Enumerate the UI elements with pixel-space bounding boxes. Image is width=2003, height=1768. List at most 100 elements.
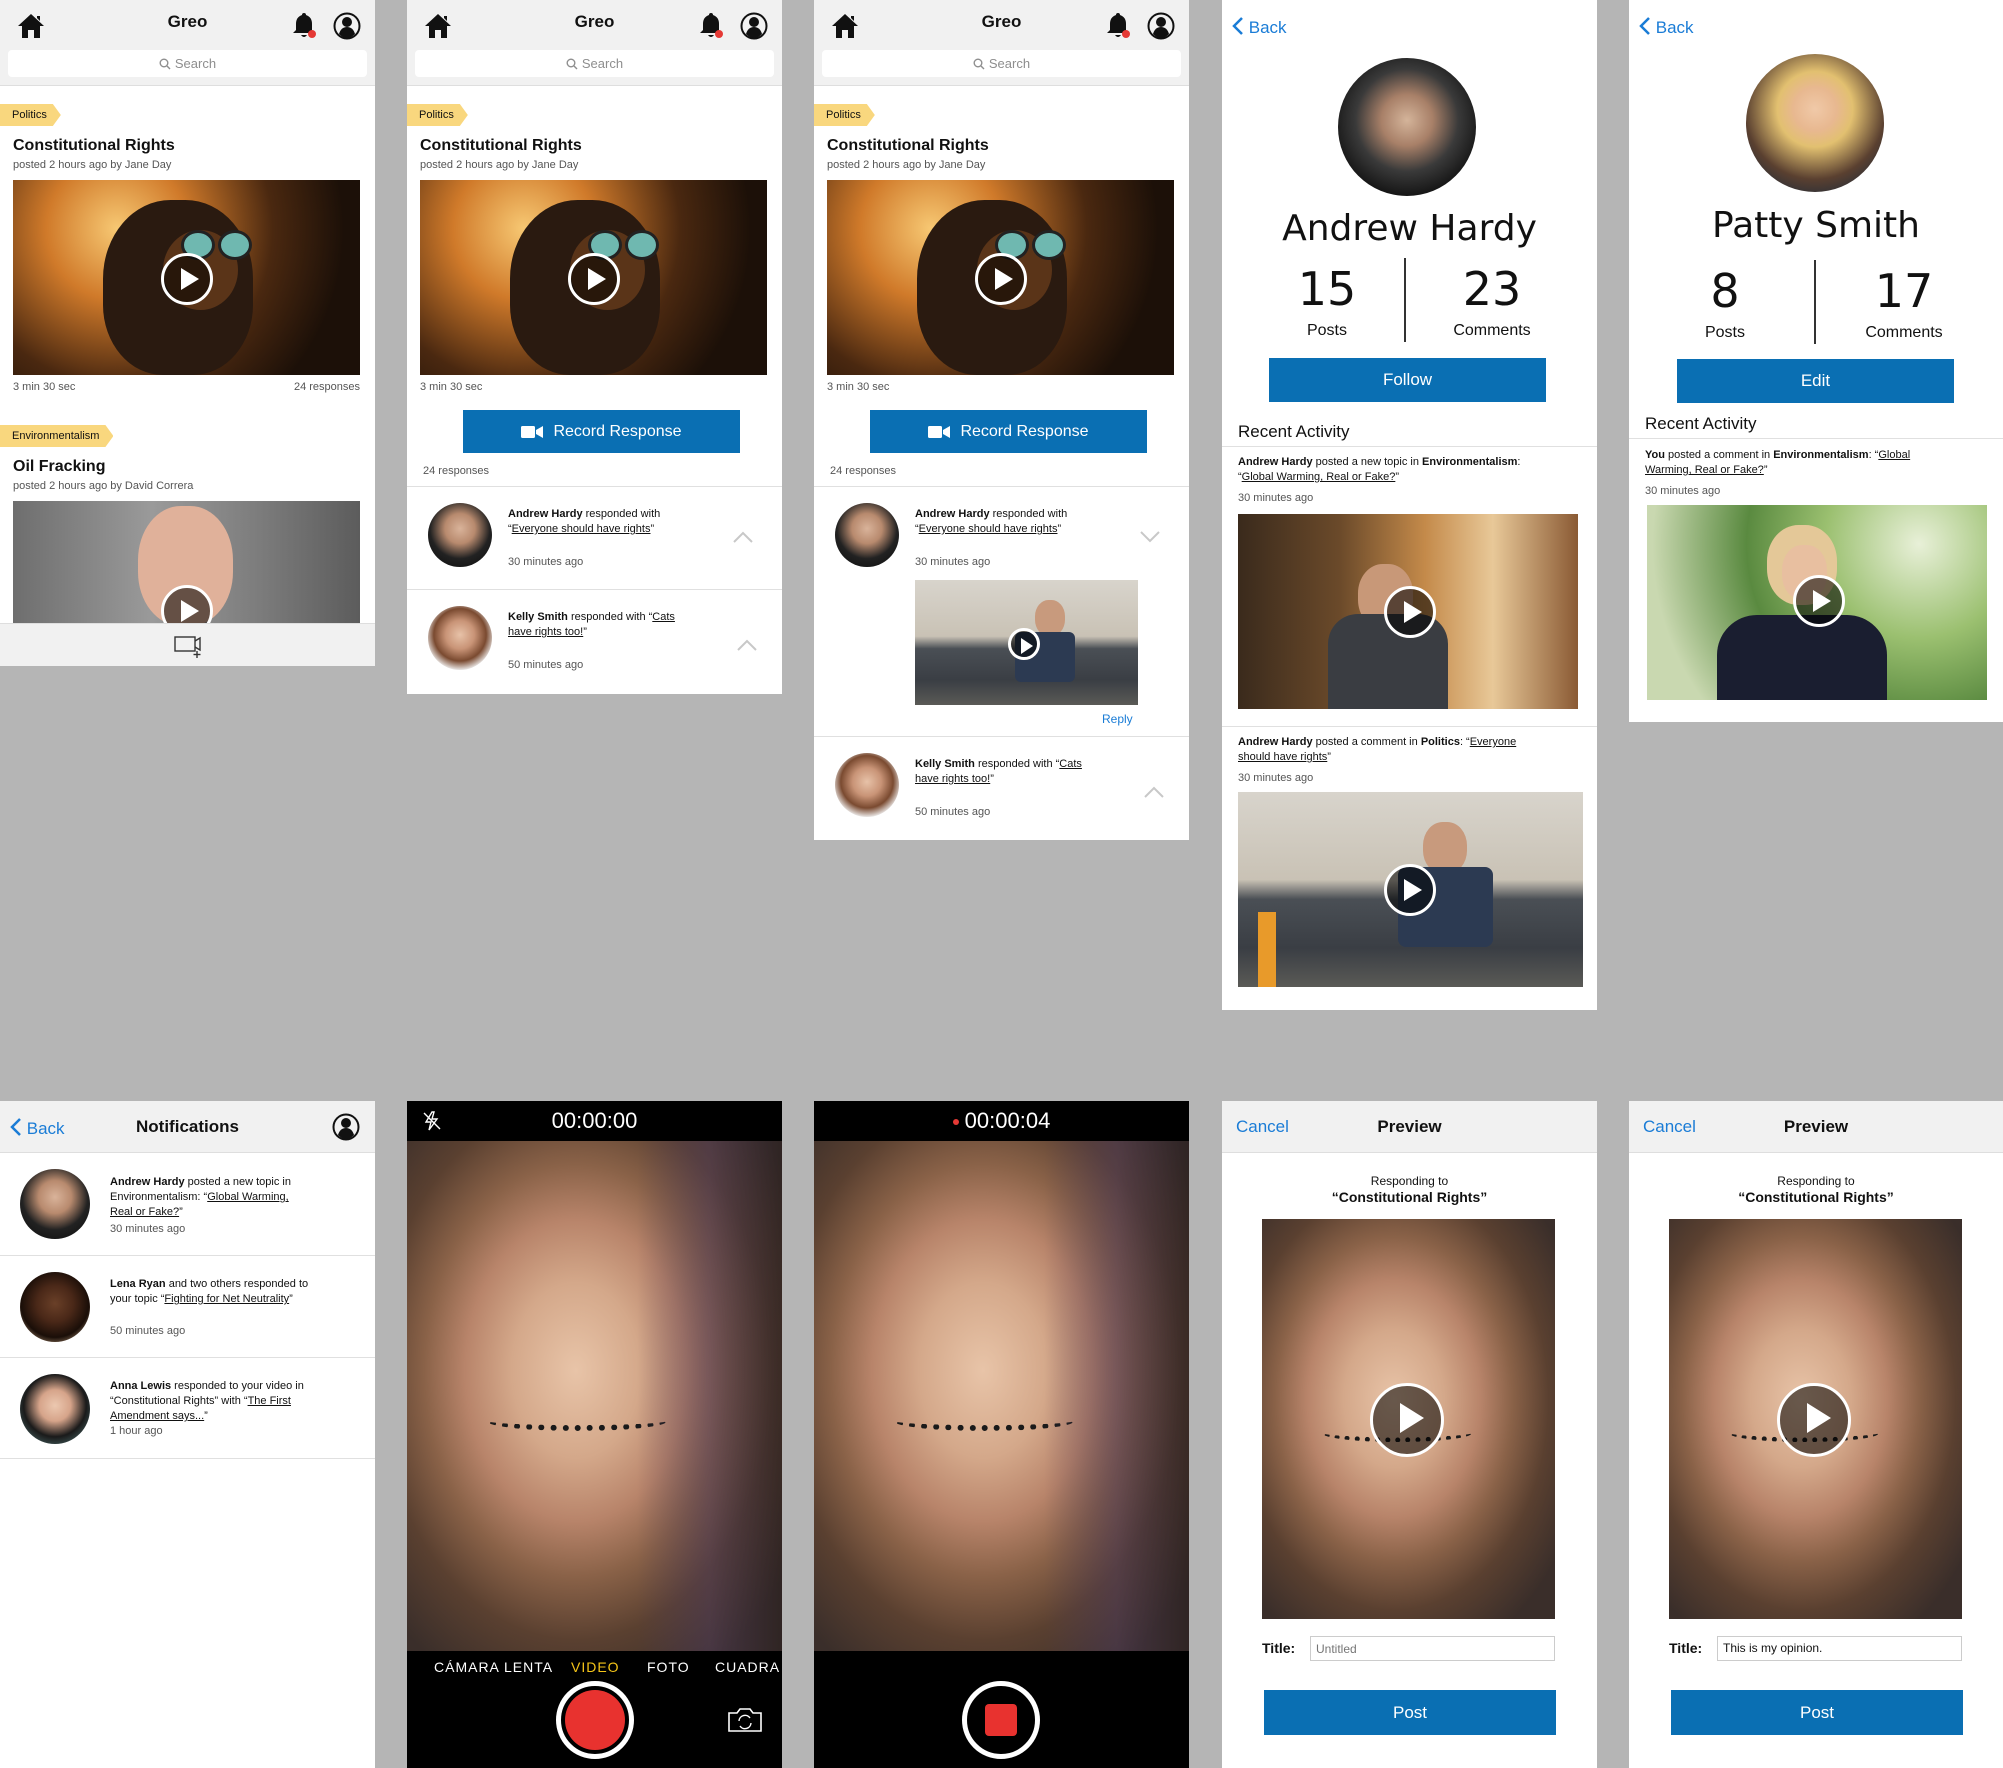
- notification-time: 30 minutes ago: [110, 1223, 186, 1235]
- search-input[interactable]: Search: [8, 50, 367, 77]
- response-time: 50 minutes ago: [508, 659, 584, 671]
- response-text[interactable]: Kelly Smith responded with “Cats have rig…: [508, 610, 708, 640]
- edit-button[interactable]: Edit: [1677, 359, 1954, 403]
- tag-environmentalism[interactable]: Environmentalism: [0, 425, 113, 447]
- play-icon[interactable]: [1793, 575, 1845, 627]
- avatar[interactable]: [428, 606, 492, 670]
- posts-label[interactable]: Posts: [1685, 324, 1765, 342]
- notification-time: 1 hour ago: [110, 1425, 163, 1437]
- post-meta: posted 2 hours ago by David Correra: [13, 480, 194, 492]
- notification-text[interactable]: Lena Ryan and two others responded to you…: [110, 1277, 350, 1307]
- responses-count: 24 responses: [423, 465, 490, 477]
- avatar[interactable]: [20, 1272, 90, 1342]
- post-title[interactable]: Constitutional Rights: [13, 137, 175, 155]
- activity-text[interactable]: Andrew Hardy posted a new topic in Envir…: [1238, 455, 1583, 485]
- mode-photo[interactable]: FOTO: [647, 1659, 690, 1675]
- post-button[interactable]: Post: [1264, 1690, 1556, 1735]
- reply-link[interactable]: Reply: [1102, 712, 1133, 727]
- avatar[interactable]: [835, 753, 899, 817]
- play-icon[interactable]: [1384, 586, 1436, 638]
- video-thumbnail[interactable]: [420, 180, 767, 375]
- posts-label[interactable]: Posts: [1272, 322, 1382, 340]
- notification-text[interactable]: Anna Lewis responded to your video in “Co…: [110, 1379, 350, 1424]
- video-preview[interactable]: [1669, 1219, 1962, 1619]
- record-response-button[interactable]: Record Response: [463, 410, 740, 453]
- post-meta: posted 2 hours ago by Jane Day: [827, 159, 986, 171]
- play-icon[interactable]: [975, 253, 1027, 305]
- activity-time: 30 minutes ago: [1238, 492, 1314, 504]
- mode-slowmo[interactable]: CÁMARA LENTA: [434, 1659, 553, 1675]
- response-video-thumbnail[interactable]: [915, 580, 1138, 705]
- responses-count[interactable]: 24 responses: [294, 381, 360, 393]
- avatar[interactable]: [835, 503, 899, 567]
- preview-header: Cancel Preview: [1222, 1101, 1597, 1153]
- preview-header: Cancel Preview: [1629, 1101, 2003, 1153]
- video-thumbnail[interactable]: [1238, 514, 1578, 709]
- bell-icon[interactable]: [1104, 12, 1132, 40]
- video-thumbnail[interactable]: [13, 501, 360, 623]
- screen-profile-patty: Back Patty Smith 8 Posts 17 Comments Edi…: [1629, 0, 2003, 722]
- response-text[interactable]: Kelly Smith responded with “Cats have rig…: [915, 757, 1115, 787]
- chevron-up-icon[interactable]: [732, 530, 754, 544]
- comments-label[interactable]: Comments: [1829, 324, 1979, 342]
- comments-label[interactable]: Comments: [1422, 322, 1562, 340]
- profile-icon[interactable]: [332, 1113, 360, 1141]
- play-icon[interactable]: [568, 253, 620, 305]
- add-video-icon[interactable]: [174, 634, 206, 658]
- response-text[interactable]: Andrew Hardy responded with “Everyone sho…: [915, 507, 1115, 537]
- screen-camera-recording: 00:00:04: [814, 1101, 1189, 1768]
- post-button[interactable]: Post: [1671, 1690, 1963, 1735]
- back-button[interactable]: Back: [1232, 16, 1287, 38]
- page-title: Preview: [1783, 1117, 1849, 1136]
- flip-camera-icon[interactable]: [725, 1705, 765, 1735]
- tag-politics[interactable]: Politics: [407, 104, 468, 126]
- title-input[interactable]: [1310, 1636, 1555, 1661]
- notification-text[interactable]: Andrew Hardy posted a new topic in Enviro…: [110, 1175, 350, 1220]
- profile-icon[interactable]: [740, 12, 768, 40]
- video-thumbnail[interactable]: [1238, 792, 1583, 987]
- flash-off-icon[interactable]: [421, 1110, 443, 1132]
- profile-icon[interactable]: [333, 12, 361, 40]
- follow-button[interactable]: Follow: [1269, 358, 1546, 402]
- bell-icon[interactable]: [290, 12, 318, 40]
- chevron-up-icon[interactable]: [1143, 785, 1165, 799]
- activity-text[interactable]: Andrew Hardy posted a comment in Politic…: [1238, 735, 1583, 765]
- post-title[interactable]: Oil Fracking: [13, 458, 105, 476]
- camera-viewfinder[interactable]: [407, 1141, 782, 1651]
- post-meta: posted 2 hours ago by Jane Day: [420, 159, 579, 171]
- bell-icon[interactable]: [697, 12, 725, 40]
- search-input[interactable]: Search: [822, 50, 1181, 77]
- recent-activity-heading: Recent Activity: [1238, 422, 1350, 441]
- play-icon[interactable]: [1008, 628, 1040, 660]
- stat-divider: [1814, 260, 1816, 344]
- avatar[interactable]: [428, 503, 492, 567]
- chevron-up-icon[interactable]: [736, 638, 758, 652]
- search-input[interactable]: Search: [415, 50, 774, 77]
- record-response-button[interactable]: Record Response: [870, 410, 1147, 453]
- avatar[interactable]: [20, 1374, 90, 1444]
- activity-text[interactable]: You posted a comment in Environmentalism…: [1645, 448, 1990, 478]
- play-icon[interactable]: [1384, 864, 1436, 916]
- tag-politics[interactable]: Politics: [0, 104, 61, 126]
- avatar[interactable]: [20, 1169, 90, 1239]
- profile-icon[interactable]: [1147, 12, 1175, 40]
- back-button[interactable]: Back: [1639, 16, 1694, 38]
- mode-video[interactable]: VIDEO: [571, 1659, 620, 1675]
- stop-button[interactable]: [962, 1681, 1040, 1759]
- response-text[interactable]: Andrew Hardy responded with “Everyone sho…: [508, 507, 708, 537]
- camera-viewfinder[interactable]: [814, 1141, 1189, 1651]
- video-preview[interactable]: [1262, 1219, 1555, 1619]
- video-thumbnail[interactable]: [827, 180, 1174, 375]
- play-icon[interactable]: [1370, 1383, 1444, 1457]
- divider: [0, 1255, 375, 1256]
- profile-name: Patty Smith: [1712, 205, 1920, 246]
- title-input[interactable]: This is my opinion.: [1717, 1636, 1962, 1661]
- record-button[interactable]: [556, 1681, 634, 1759]
- chevron-down-icon[interactable]: [1139, 530, 1161, 544]
- video-thumbnail[interactable]: [13, 180, 360, 375]
- mode-square[interactable]: CUADRA: [715, 1659, 780, 1675]
- play-icon[interactable]: [161, 253, 213, 305]
- tag-politics[interactable]: Politics: [814, 104, 875, 126]
- play-icon[interactable]: [1777, 1383, 1851, 1457]
- video-thumbnail[interactable]: [1647, 505, 1987, 700]
